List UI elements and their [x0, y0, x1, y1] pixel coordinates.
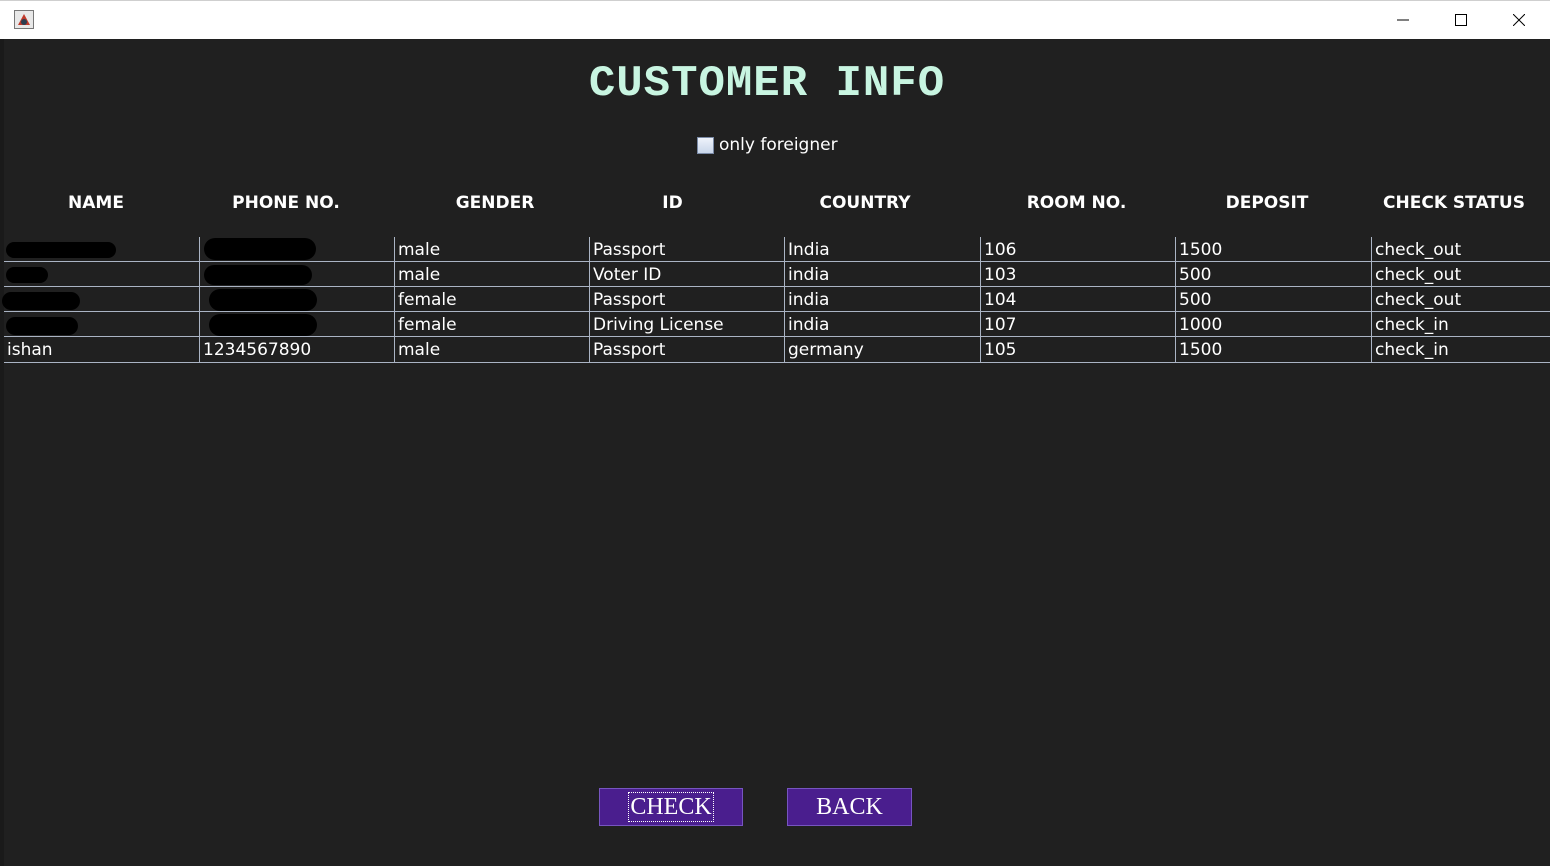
cell-name: ishan [7, 340, 53, 360]
cell-id: Voter ID [593, 265, 662, 285]
customer-info-panel: CUSTOMER INFO only foreigner NAME PHONE … [2, 39, 1550, 866]
redaction-mark [204, 265, 312, 285]
cell-id: Passport [593, 290, 666, 310]
cell-country: india [788, 315, 830, 335]
cell-room: 107 [984, 315, 1017, 335]
redaction-mark [209, 314, 317, 336]
close-icon[interactable] [1490, 1, 1548, 39]
cell-country: india [788, 290, 830, 310]
check-button-label: CHECK [628, 792, 714, 822]
cell-room: 105 [984, 340, 1017, 360]
cell-country: germany [788, 340, 864, 360]
redaction-mark [2, 292, 80, 310]
cell-gender: male [398, 265, 441, 285]
cell-id: Driving License [593, 315, 724, 335]
column-header-phone[interactable]: PHONE NO. [190, 189, 382, 217]
cell-room: 106 [984, 240, 1017, 260]
column-header-country[interactable]: COUNTRY [770, 189, 960, 217]
only-foreigner-checkbox[interactable] [697, 136, 714, 154]
redaction-mark [209, 289, 317, 311]
column-divider [1371, 237, 1372, 363]
cell-country: India [788, 240, 830, 260]
back-button-label: BACK [816, 793, 883, 820]
column-header-gender[interactable]: GENDER [400, 189, 590, 217]
table-header: NAME PHONE NO. GENDER ID COUNTRY ROOM NO… [4, 189, 1550, 217]
cell-deposit: 1500 [1179, 340, 1223, 360]
redaction-mark [204, 238, 316, 260]
page-title: CUSTOMER INFO [588, 59, 946, 109]
cell-deposit: 500 [1179, 265, 1212, 285]
column-divider [1175, 237, 1176, 363]
cell-gender: male [398, 240, 441, 260]
cell-id: Passport [593, 340, 666, 360]
column-header-deposit[interactable]: DEPOSIT [1174, 189, 1360, 217]
cell-room: 104 [984, 290, 1017, 310]
cell-country: india [788, 265, 830, 285]
redaction-mark [6, 267, 48, 283]
cell-phone: 1234567890 [203, 340, 312, 360]
column-header-room[interactable]: ROOM NO. [979, 189, 1174, 217]
column-header-check-status[interactable]: CHECK STATUS [1370, 189, 1538, 217]
cell-status: check_out [1375, 290, 1462, 310]
cell-deposit: 500 [1179, 290, 1212, 310]
cell-gender: female [398, 290, 457, 310]
cell-status: check_out [1375, 240, 1462, 260]
java-app-icon [14, 10, 36, 30]
table-row[interactable]: ishan 1234567890 male Passport germany 1… [4, 337, 1550, 362]
redaction-mark [6, 242, 116, 258]
column-header-name[interactable]: NAME [4, 189, 188, 217]
cell-room: 103 [984, 265, 1017, 285]
back-button[interactable]: BACK [787, 788, 912, 826]
column-divider [199, 237, 200, 363]
redaction-mark [6, 317, 78, 335]
cell-status: check_in [1375, 315, 1449, 335]
check-button[interactable]: CHECK [599, 788, 743, 826]
column-divider [394, 237, 395, 363]
cell-gender: male [398, 340, 441, 360]
maximize-icon[interactable] [1432, 1, 1490, 39]
column-header-id[interactable]: ID [590, 189, 755, 217]
only-foreigner-filter[interactable]: only foreigner [697, 135, 838, 155]
cell-deposit: 1500 [1179, 240, 1223, 260]
column-divider [784, 237, 785, 363]
cell-gender: female [398, 315, 457, 335]
only-foreigner-label: only foreigner [719, 135, 838, 155]
window-titlebar [0, 0, 1550, 39]
cell-deposit: 1000 [1179, 315, 1223, 335]
column-divider [589, 237, 590, 363]
cell-id: Passport [593, 240, 666, 260]
cell-status: check_in [1375, 340, 1449, 360]
column-divider [980, 237, 981, 363]
minimize-icon[interactable] [1374, 1, 1432, 39]
cell-status: check_out [1375, 265, 1462, 285]
